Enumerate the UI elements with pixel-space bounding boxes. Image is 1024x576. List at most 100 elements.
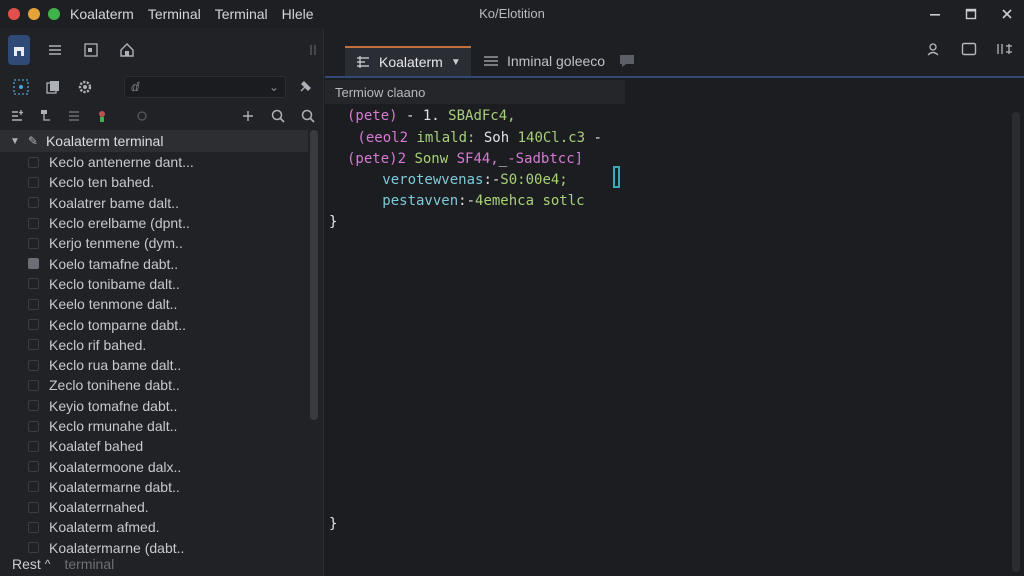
code-line: pestavven:-4emehca sotlc [357,193,584,209]
split-view-icon[interactable] [994,38,1016,60]
image-button[interactable] [80,35,102,65]
new-file-button[interactable] [8,106,28,126]
tree-button[interactable] [36,106,56,126]
tree-item-label: Koalatrer bame dalt.. [49,194,179,211]
tree-item-label: Koalatermarne dabt.. [49,478,180,495]
maximize-icon[interactable] [960,3,982,25]
home-button[interactable] [8,35,30,65]
tree-item[interactable]: Keclo tonibame dalt.. [0,274,308,294]
tree-root-item[interactable]: ▼ ✎ Koalaterm terminal [0,130,308,152]
tree-item[interactable]: Keclo tomparne dabt.. [0,314,308,334]
plugin-button[interactable] [92,106,112,126]
tree-item[interactable]: Koalatef bahed [0,436,308,456]
tree-item[interactable]: Keclo rua bame dalt.. [0,355,308,375]
tree-item[interactable]: Koalatermoone dalx.. [0,456,308,476]
minimize-window-button[interactable] [28,8,40,20]
checkbox-icon[interactable] [28,197,39,209]
tree-item[interactable]: Zeclo tonihene dabt.. [0,375,308,395]
menu-item-terminal-2[interactable]: Terminal [215,6,268,22]
checkbox-icon[interactable] [28,461,39,473]
checkbox-icon[interactable] [28,217,39,229]
code-token: - [585,130,602,146]
tree-item[interactable]: Kerjo tenmene (dym.. [0,233,308,253]
checkbox-icon[interactable] [28,440,39,452]
filter-button[interactable] [298,106,318,126]
checkbox-icon[interactable] [28,379,39,391]
pin-button[interactable] [298,78,318,98]
tab-terminal-second[interactable]: Inminal goleeco [473,46,615,76]
code-token: verotewvenas [357,172,484,188]
split-button[interactable] [302,35,324,65]
house-icon [120,43,134,57]
minimize-icon[interactable] [924,3,946,25]
tabbar-actions [922,38,1016,60]
tab-dropdown-icon[interactable]: ▼ [451,57,461,68]
checkbox-icon[interactable] [28,176,39,188]
terminal-scrollbar[interactable] [1012,112,1020,572]
tree-item-label: Koalaterm afmed. [49,519,160,536]
menu-item-terminal[interactable]: Terminal [148,6,201,22]
checkbox-icon[interactable] [28,420,39,432]
window-icon[interactable] [958,38,980,60]
user-icon[interactable] [922,38,944,60]
add-button[interactable] [238,106,258,126]
close-icon[interactable] [996,3,1018,25]
tree-item[interactable]: Koalaterrnahed. [0,497,308,517]
tag-icon [137,111,147,121]
new-file-icon [12,110,23,121]
sidebar-actions [238,106,324,126]
tag-button[interactable] [132,106,152,126]
tree-item[interactable]: Keclo antenerne dant... [0,152,308,172]
sidebar-toolbar-3 [0,104,324,128]
sidebar: ⅆ ⌄ ▼ ✎ Koalaterm terminal Keclo antener… [0,28,324,576]
tree-item[interactable]: Keelo tenmone dalt.. [0,294,308,314]
checkbox-icon[interactable] [28,237,39,249]
tree-item[interactable]: Keclo erelbame (dpnt.. [0,213,308,233]
tab-koalaterm[interactable]: Koalaterm ▼ [345,46,471,76]
tree-item[interactable]: Koelo tamafne dabt.. [0,253,308,273]
checkbox-icon[interactable] [28,501,39,513]
zoom-window-button[interactable] [48,8,60,20]
folder-icon[interactable] [28,258,39,270]
tree-item[interactable]: Koalaterm afmed. [0,517,308,537]
list-view-button[interactable] [64,106,84,126]
checkbox-icon[interactable] [28,400,39,412]
terminal-content[interactable]: } (pete) - 1. SBAdFc4, (eeol2 imlald: So… [325,104,1015,550]
checkbox-icon[interactable] [28,359,39,371]
list-button[interactable] [44,35,66,65]
copy-button[interactable] [42,76,64,98]
chevron-up-icon[interactable]: ^ [45,557,51,571]
checkbox-icon[interactable] [28,298,39,310]
checkbox-icon[interactable] [28,521,39,533]
tree-item[interactable]: Keyio tomafne dabt.. [0,396,308,416]
settings-button[interactable] [74,76,96,98]
tree-item[interactable]: Keclo rmunahe dalt.. [0,416,308,436]
tree-item[interactable]: Koalatrer bame dalt.. [0,193,308,213]
house-button[interactable] [116,35,138,65]
tree-item[interactable]: Keclo ten bahed. [0,172,308,192]
status-label[interactable]: Rest [12,556,41,572]
menu-item-app[interactable]: Koalaterm [70,6,134,22]
tree-item-label: Keclo tonibame dalt.. [49,275,180,292]
checkbox-icon[interactable] [28,156,39,168]
checkbox-icon[interactable] [28,481,39,493]
checkbox-icon[interactable] [28,319,39,331]
chevron-down-icon: ⌄ [268,80,279,94]
tree-item-label: Keclo antenerne dant... [49,154,194,171]
grid-button[interactable] [10,76,32,98]
list-tab-icon [484,56,498,66]
close-window-button[interactable] [8,8,20,20]
sidebar-scrollbar[interactable] [310,130,318,420]
tree-item-label: Keclo ten bahed. [49,174,155,191]
profile-select[interactable]: ⅆ ⌄ [124,76,286,98]
code-line: } [329,214,337,230]
code-token: Soh [483,130,518,146]
chat-icon[interactable] [617,52,637,68]
search-button[interactable] [268,106,288,126]
tree-item[interactable]: Koalatermarne dabt.. [0,477,308,497]
checkbox-icon[interactable] [28,339,39,351]
checkbox-icon[interactable] [28,278,39,290]
tree-item[interactable]: Keclo rif bahed. [0,335,308,355]
menu-item-help[interactable]: Hlele [282,6,314,22]
code-token: Sonw [414,151,457,167]
